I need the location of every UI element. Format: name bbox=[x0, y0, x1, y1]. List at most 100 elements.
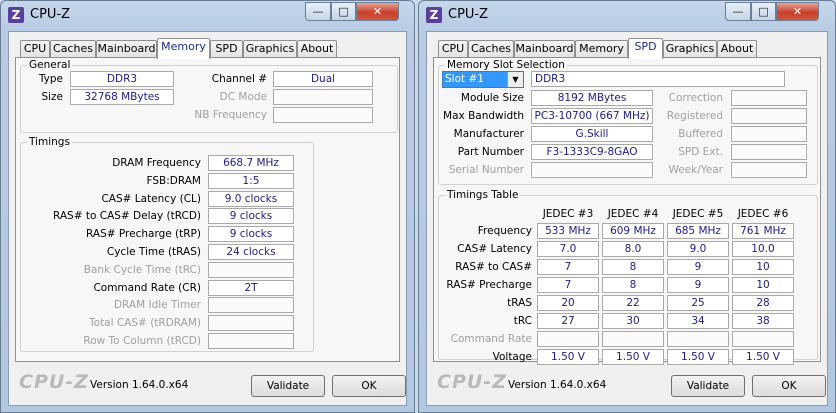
timing-cell: 533 MHz bbox=[537, 223, 599, 239]
timing-cell: 9 bbox=[667, 277, 729, 293]
tab-caches[interactable]: Caches bbox=[50, 40, 96, 58]
timing-value: 9 clocks bbox=[208, 208, 294, 225]
timing-cell bbox=[667, 331, 729, 347]
module-size-label: Module Size bbox=[460, 92, 524, 104]
part-number-value: F3-1333C9-8GAO bbox=[531, 144, 653, 160]
timing-cell bbox=[602, 331, 664, 347]
tab-about[interactable]: About bbox=[297, 40, 337, 58]
minimize-button[interactable]: — bbox=[725, 2, 751, 21]
close-button[interactable]: ✕ bbox=[776, 2, 819, 21]
timing-cell: 9 bbox=[667, 259, 729, 275]
tab-about[interactable]: About bbox=[717, 40, 757, 58]
timing-cell: 10 bbox=[732, 277, 794, 293]
serial-number-label: Serial Number bbox=[448, 164, 524, 176]
timings-table-label: Timings Table bbox=[445, 189, 521, 201]
tab-cpu[interactable]: CPU bbox=[20, 40, 50, 58]
tab-memory[interactable]: Memory bbox=[575, 40, 628, 58]
timing-row-label: RAS# Precharge bbox=[446, 279, 532, 291]
tab-cpu[interactable]: CPU bbox=[438, 40, 468, 58]
title-bar[interactable]: Z CPU-Z — □ ✕ bbox=[419, 1, 835, 29]
timing-column-header: JEDEC #3 bbox=[542, 208, 594, 220]
timings-group-label: Timings bbox=[27, 136, 72, 148]
maximize-icon: □ bbox=[758, 5, 769, 18]
timing-cell: 1.50 V bbox=[602, 349, 664, 365]
tab-spd[interactable]: SPD bbox=[210, 40, 243, 58]
validate-button[interactable]: Validate bbox=[671, 375, 745, 397]
timing-column-header: JEDEC #5 bbox=[672, 208, 724, 220]
timing-value bbox=[208, 315, 294, 332]
tab-graphics[interactable]: Graphics bbox=[243, 40, 297, 58]
maximize-button[interactable]: □ bbox=[751, 2, 776, 21]
minimize-button[interactable]: — bbox=[305, 2, 331, 21]
timing-cell: 25 bbox=[667, 295, 729, 311]
title-bar[interactable]: Z CPU-Z — □ ✕ bbox=[1, 1, 414, 29]
timing-cell: 10.0 bbox=[732, 241, 794, 257]
timing-row-label: Voltage bbox=[492, 351, 532, 363]
tab-memory[interactable]: Memory bbox=[157, 38, 210, 59]
timing-cell: 7 bbox=[537, 277, 599, 293]
buffered-value bbox=[731, 126, 807, 142]
tab-graphics[interactable]: Graphics bbox=[663, 40, 717, 58]
timing-cell: 38 bbox=[732, 313, 794, 329]
version-text: Version 1.64.0.x64 bbox=[508, 379, 607, 391]
general-group: General Type DDR3 Size 32768 MBytes Chan… bbox=[20, 59, 398, 133]
maximize-button[interactable]: □ bbox=[331, 2, 356, 21]
serial-number-value bbox=[531, 162, 653, 178]
timing-label: DRAM Idle Timer bbox=[113, 299, 201, 312]
cpuz-logo: CPU-Z bbox=[437, 371, 507, 393]
manufacturer-label: Manufacturer bbox=[453, 128, 524, 140]
tab-caches[interactable]: Caches bbox=[468, 40, 514, 58]
slot-group-label: Memory Slot Selection bbox=[445, 59, 567, 71]
timing-cell: 7.0 bbox=[537, 241, 599, 257]
timing-value: 668.7 MHz bbox=[208, 155, 294, 171]
window-title: CPU-Z bbox=[30, 7, 71, 22]
tab-mainboard[interactable]: Mainboard bbox=[514, 40, 575, 58]
timing-value: 1:5 bbox=[208, 172, 294, 189]
tab-spd[interactable]: SPD bbox=[628, 38, 663, 59]
spd-ext-label: SPD Ext. bbox=[678, 146, 723, 158]
memory-type-value: DDR3 bbox=[531, 71, 785, 87]
max-bandwidth-value: PC3-10700 (667 MHz) bbox=[531, 108, 653, 124]
channel-value: Dual bbox=[273, 71, 373, 87]
cpuz-logo: CPU-Z bbox=[19, 371, 89, 393]
type-value: DDR3 bbox=[70, 71, 174, 87]
size-label: Size bbox=[41, 91, 63, 103]
slot-group: Memory Slot Selection Slot #1 ▼ DDR3 Mod… bbox=[438, 59, 818, 185]
timing-value bbox=[208, 297, 294, 314]
spd-panel: Memory Slot Selection Slot #1 ▼ DDR3 Mod… bbox=[433, 57, 821, 365]
timing-cell: 10 bbox=[732, 259, 794, 275]
timing-cell: 34 bbox=[667, 313, 729, 329]
timing-cell: 8 bbox=[602, 277, 664, 293]
timing-value: 9.0 clocks bbox=[208, 190, 294, 207]
validate-button[interactable]: Validate bbox=[251, 375, 325, 397]
close-icon: ✕ bbox=[372, 5, 383, 18]
week-year-label: Week/Year bbox=[668, 164, 723, 176]
client-area: CPU Caches Mainboard Memory SPD Graphics… bbox=[426, 31, 828, 406]
timing-value bbox=[208, 261, 294, 278]
timing-column-header: JEDEC #6 bbox=[737, 208, 789, 220]
timing-label: DRAM Frequency bbox=[112, 157, 201, 169]
version-text: Version 1.64.0.x64 bbox=[90, 379, 189, 391]
timing-cell: 30 bbox=[602, 313, 664, 329]
general-group-label: General bbox=[27, 59, 73, 71]
timing-cell: 20 bbox=[537, 295, 599, 311]
timing-cell: 1.50 V bbox=[537, 349, 599, 365]
timing-cell bbox=[537, 331, 599, 347]
slot-select[interactable]: Slot #1 ▼ bbox=[442, 71, 524, 88]
ok-button[interactable]: OK bbox=[752, 375, 826, 397]
dcmode-label: DC Mode bbox=[219, 91, 267, 103]
timing-label: Bank Cycle Time (tRC) bbox=[83, 263, 201, 276]
timing-cell: 609 MHz bbox=[602, 223, 664, 239]
close-button[interactable]: ✕ bbox=[356, 2, 399, 21]
channel-label: Channel # bbox=[211, 73, 267, 85]
tab-mainboard[interactable]: Mainboard bbox=[96, 40, 157, 58]
timing-value: 2T bbox=[208, 279, 294, 296]
minimize-icon: — bbox=[732, 5, 744, 18]
timing-column-header: JEDEC #4 bbox=[607, 208, 659, 220]
timing-cell: 9.0 bbox=[667, 241, 729, 257]
size-value: 32768 MBytes bbox=[70, 89, 174, 105]
registered-value bbox=[731, 108, 807, 124]
ok-button[interactable]: OK bbox=[332, 375, 406, 397]
timing-cell: 1.50 V bbox=[732, 349, 794, 365]
timing-label: Cycle Time (tRAS) bbox=[106, 246, 201, 258]
